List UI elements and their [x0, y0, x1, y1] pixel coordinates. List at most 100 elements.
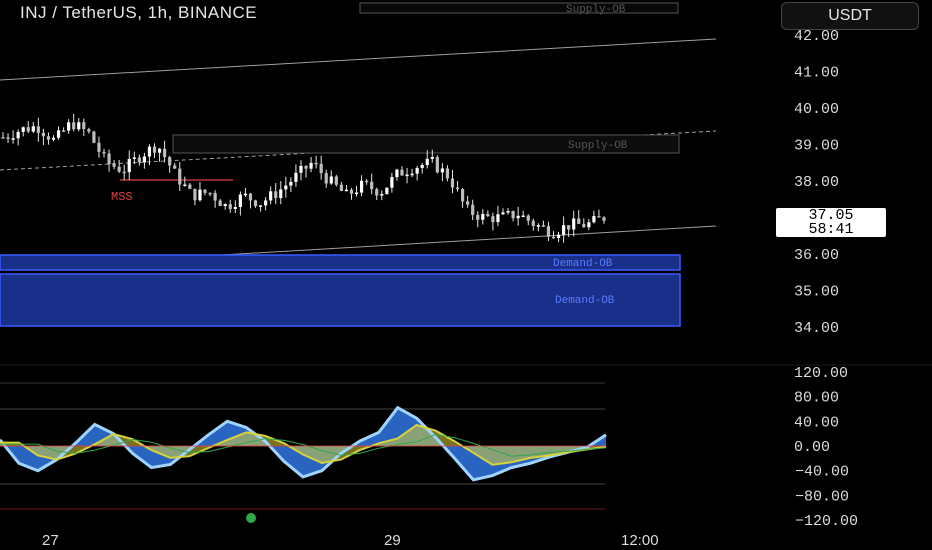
candle-body — [36, 126, 40, 133]
candle-body — [253, 200, 258, 207]
candle-body — [122, 171, 126, 174]
candle-body — [309, 162, 313, 169]
candle-body — [46, 136, 51, 140]
osc-tick-3: 0.00 — [794, 439, 830, 456]
currency-button[interactable]: USDT — [781, 2, 919, 30]
candle-body — [188, 184, 192, 189]
candle-body — [587, 222, 591, 228]
osc-tick-0: 120.00 — [794, 365, 848, 382]
candle-body — [526, 215, 530, 221]
demand-ob-label-lower: Demand-OB — [555, 295, 615, 307]
time-tick-27: 27 — [42, 532, 59, 549]
candle-body — [198, 189, 202, 201]
candle-body — [359, 180, 364, 193]
candle-body — [466, 201, 470, 205]
osc-tick-5: −80.00 — [795, 488, 849, 505]
supply-ob-top-zone — [359, 2, 679, 14]
candle-body — [410, 173, 414, 176]
candle-body — [51, 137, 56, 140]
candle-body — [127, 158, 131, 173]
candle-body — [344, 189, 349, 192]
candle-body — [223, 204, 227, 207]
price-tick-3: 39.00 — [794, 138, 839, 155]
price-tick-5: 36.00 — [794, 247, 839, 264]
candle-body — [420, 164, 424, 168]
candle-body — [279, 189, 283, 199]
candle-body — [97, 142, 101, 152]
candle-body — [284, 185, 288, 190]
candle-body — [556, 234, 561, 239]
supply-ob-top-label: Supply-OB — [566, 4, 626, 16]
mss-label: MSS — [111, 190, 133, 204]
candle-body — [592, 216, 596, 223]
osc-tick-4: −40.00 — [795, 464, 849, 481]
candle-body — [567, 225, 571, 230]
symbol-title: INJ / TetherUS, 1h, BINANCE — [20, 3, 258, 22]
candle-body — [168, 157, 172, 166]
candle-body — [183, 184, 187, 187]
price-tick-1: 41.00 — [794, 65, 839, 82]
candle-body — [203, 189, 207, 193]
candle-body — [602, 217, 606, 221]
candle-body — [41, 132, 46, 137]
candlestick-series — [1, 113, 606, 243]
candle-body — [233, 207, 237, 209]
bar-countdown: 58:41 — [808, 221, 854, 238]
candle-body — [324, 173, 328, 184]
candle-body — [370, 181, 374, 190]
candle-body — [577, 218, 581, 224]
candle-body — [561, 225, 566, 235]
candle-body — [26, 127, 30, 132]
candle-body — [440, 168, 444, 173]
candle-body — [516, 215, 520, 219]
price-tick-0: 42.00 — [794, 28, 839, 45]
candle-body — [536, 225, 540, 227]
candle-body — [319, 163, 323, 174]
candle-body — [400, 169, 404, 176]
candle-body — [496, 214, 500, 223]
price-tick-4: 38.00 — [794, 174, 839, 191]
candle-body — [11, 138, 15, 140]
candle-body — [339, 184, 343, 191]
candle-body — [248, 193, 253, 201]
candle-body — [238, 194, 242, 208]
candle-body — [385, 187, 389, 195]
candle-body — [82, 122, 86, 130]
candle-body — [541, 225, 545, 227]
candle-body — [6, 137, 10, 139]
candle-body — [521, 215, 525, 218]
candle-body — [435, 157, 439, 173]
candle-body — [117, 166, 121, 172]
candle-body — [501, 212, 505, 215]
oscillator-pane — [0, 382, 607, 523]
candle-body — [264, 200, 268, 206]
price-tick-2: 40.00 — [794, 101, 839, 118]
candle-body — [299, 165, 303, 173]
candle-body — [72, 122, 76, 130]
candle-body — [395, 169, 399, 178]
chart-canvas: Supply-OB Supply-OB Demand-OB Demand-OB … — [0, 2, 932, 549]
demand-ob-label-upper: Demand-OB — [553, 258, 613, 270]
candle-body — [157, 148, 162, 153]
candle-body — [289, 181, 293, 186]
time-axis: 27 29 12:00 — [42, 532, 659, 549]
candle-body — [269, 191, 273, 201]
candle-body — [425, 158, 429, 165]
candle-body — [491, 216, 495, 223]
candle-body — [375, 189, 379, 196]
candle-body — [62, 130, 66, 132]
osc-tick-6: −120.00 — [795, 513, 858, 530]
candle-body — [193, 188, 197, 201]
candle-body — [445, 168, 450, 179]
candle-body — [87, 129, 91, 132]
candle-body — [349, 189, 354, 194]
candle-body — [450, 178, 455, 188]
candle-body — [258, 205, 263, 207]
price-tick-7: 34.00 — [794, 320, 839, 337]
candle-body — [304, 165, 308, 169]
candle-body — [208, 192, 212, 195]
osc-signal-dot — [246, 513, 256, 523]
oscillator-series — [0, 405, 607, 482]
candle-body — [365, 180, 369, 183]
candle-body — [460, 189, 465, 202]
